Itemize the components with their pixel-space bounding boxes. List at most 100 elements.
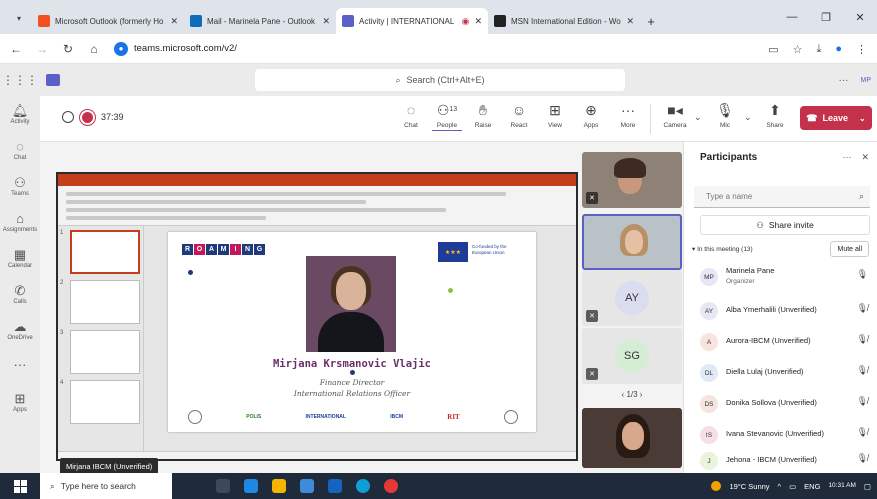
tray-chevron-icon[interactable]: ^	[778, 482, 782, 491]
search-box[interactable]: ⌕ Search (Ctrl+Alt+E)	[255, 69, 625, 91]
browser-tab[interactable]: Microsoft Outlook (formerly Ho ✕	[32, 8, 184, 34]
browser-menu-icon[interactable]: ⋮	[856, 43, 867, 56]
participant-video-tile[interactable]	[582, 408, 682, 468]
restore-icon[interactable]: ❐	[809, 11, 843, 24]
clock[interactable]: 10:31 AM	[828, 482, 855, 490]
taskbar-search[interactable]: ⌕ Type here to search	[40, 473, 172, 499]
rail-item-more[interactable]: ···	[0, 358, 40, 372]
slide-thumbnail[interactable]	[70, 230, 140, 274]
participant-avatar-tile[interactable]: SG ✕	[582, 328, 682, 384]
pager-text: 1/3	[626, 390, 638, 399]
rail-label: Activity	[10, 119, 30, 125]
share-button[interactable]: ⬆︎ Share	[760, 102, 790, 129]
mic-button[interactable]: 🎙︎ Mic	[710, 102, 740, 129]
favorite-star-icon[interactable]: ☆	[793, 43, 803, 56]
chat-button[interactable]: ◌ Chat	[396, 102, 426, 129]
split-view-icon[interactable]: ▭	[768, 43, 778, 56]
weather-text[interactable]: 19°C Sunny	[729, 482, 769, 491]
participant-search-input[interactable]: Type a name ⌕	[694, 186, 870, 208]
mic-options-chevron-icon[interactable]: ⌄	[744, 112, 752, 123]
close-tab-icon[interactable]: ✕	[322, 16, 330, 27]
back-icon[interactable]: ←	[10, 42, 22, 56]
more-button[interactable]: ··· More	[613, 102, 643, 129]
browser-tab[interactable]: MSN International Edition - Wo ✕	[488, 8, 640, 34]
close-window-icon[interactable]: ✕	[843, 11, 877, 24]
slide-thumbnail[interactable]	[70, 380, 140, 424]
participant-row[interactable]: DL Diella Lulaj (Unverified) 🎙︎̸	[684, 358, 877, 386]
participant-row[interactable]: DS Donika Sollova (Unverified) 🎙︎̸	[684, 389, 877, 417]
forward-icon[interactable]: →	[36, 42, 48, 56]
more-options-icon[interactable]: ···	[842, 152, 851, 163]
participant-row[interactable]: J Jehona - IBCM (Unverified) 🎙︎̸	[684, 446, 877, 474]
file-explorer-icon[interactable]	[272, 479, 286, 493]
slide-thumbnail[interactable]	[70, 280, 140, 324]
participant-row[interactable]: MP Marinela Pane Organizer 🎙︎	[684, 262, 877, 290]
edge-icon[interactable]	[244, 479, 258, 493]
rail-item-calls[interactable]: ✆ Calls	[0, 284, 40, 306]
teams-favicon-icon	[342, 15, 354, 27]
leave-options-chevron-icon[interactable]: ⌄	[859, 114, 866, 123]
close-panel-icon[interactable]: ✕	[861, 152, 869, 163]
camera-button[interactable]: ■◂ Camera	[660, 102, 690, 129]
rail-item-teams[interactable]: ⚇ Teams	[0, 176, 40, 198]
next-page-icon[interactable]: ›	[640, 390, 643, 399]
close-tab-icon[interactable]: ✕	[474, 16, 482, 27]
rail-item-chat[interactable]: ◌ Chat	[0, 140, 40, 162]
in-meeting-header[interactable]: ▾ In this meeting (13)	[692, 245, 753, 253]
download-icon[interactable]: ⤓	[816, 43, 821, 56]
start-button[interactable]	[0, 479, 40, 493]
network-icon[interactable]: ▭	[789, 482, 796, 491]
close-tab-icon[interactable]: ✕	[626, 16, 634, 27]
participant-row[interactable]: AY Alba Ymerhalili (Unverified) 🎙︎̸	[684, 296, 877, 324]
leave-button[interactable]: ☎︎ Leave ⌄	[800, 106, 872, 130]
share-invite-button[interactable]: ⚇ Share invite	[700, 215, 870, 235]
apps-button[interactable]: ⊕ Apps	[576, 102, 606, 129]
share-screen-icon: ⬆︎	[769, 102, 781, 118]
minimize-icon[interactable]: —	[775, 11, 809, 23]
language-indicator[interactable]: ENG	[804, 482, 820, 491]
participant-row[interactable]: IS Ivana Stevanovic (Unverified) 🎙︎̸	[684, 420, 877, 448]
rail-label: OneDrive	[7, 335, 33, 341]
tab-search-icon[interactable]: ▾	[6, 5, 32, 31]
edge-browser-icon[interactable]	[356, 479, 370, 493]
rail-item-activity[interactable]: 🔔︎ Activity	[0, 104, 40, 126]
profile-avatar[interactable]: MP	[861, 77, 872, 84]
participant-video-tile[interactable]: ✕	[582, 152, 682, 208]
participant-avatar-tile[interactable]: AY ✕	[582, 270, 682, 326]
meeting-info-icon[interactable]	[62, 111, 74, 123]
rail-item-apps[interactable]: ⊞ Apps	[0, 392, 40, 414]
reload-icon[interactable]: ↻	[62, 42, 74, 56]
browser-tab-active[interactable]: Activity | INTERNATIONAL ◉ ✕	[336, 8, 488, 34]
url-field[interactable]: ● teams.microsoft.com/v2/	[114, 41, 237, 56]
rail-item-calendar[interactable]: ▦ Calendar	[0, 248, 40, 270]
slide-thumbnail[interactable]	[70, 330, 140, 374]
react-button[interactable]: ☺ React	[504, 102, 534, 129]
task-view-icon[interactable]	[216, 479, 230, 493]
panel-controls: ··· ✕	[842, 152, 869, 163]
app-launcher-icon[interactable]: ⋮⋮⋮	[0, 73, 40, 87]
notifications-icon[interactable]: ▢	[864, 482, 871, 491]
rail-item-onedrive[interactable]: ☁︎ OneDrive	[0, 319, 40, 342]
mute-all-button[interactable]: Mute all	[830, 241, 869, 257]
thumb-number: 4	[60, 380, 64, 386]
more-icon: ···	[13, 357, 27, 372]
participant-row[interactable]: A Aurora-IBCM (Unverified) 🎙︎̸	[684, 327, 877, 355]
camera-options-chevron-icon[interactable]: ⌄	[694, 112, 702, 123]
close-tab-icon[interactable]: ✕	[170, 16, 178, 27]
cloud-icon: ☁︎	[13, 319, 27, 334]
home-icon[interactable]: ⌂	[88, 42, 100, 56]
view-button[interactable]: ⊞ View	[540, 102, 570, 129]
more-options-icon[interactable]: ···	[839, 75, 849, 86]
previous-page-icon[interactable]: ‹	[622, 390, 625, 399]
people-button[interactable]: ⚇13 People	[432, 102, 462, 131]
browser-tab[interactable]: Mail - Marinela Pane - Outlook ✕	[184, 8, 336, 34]
new-tab-button[interactable]: +	[640, 8, 662, 34]
speaker-name: Mirjana Krsmanovic Vlajic	[272, 358, 432, 370]
mail-icon[interactable]	[328, 479, 342, 493]
participant-video-tile[interactable]	[582, 214, 682, 270]
rail-item-assignments[interactable]: ⌂ Assignments	[0, 212, 40, 234]
store-icon[interactable]	[300, 479, 314, 493]
profile-icon[interactable]: ●	[835, 43, 842, 55]
chrome-icon[interactable]	[384, 479, 398, 493]
raise-hand-button[interactable]: ✋︎ Raise	[468, 102, 498, 129]
